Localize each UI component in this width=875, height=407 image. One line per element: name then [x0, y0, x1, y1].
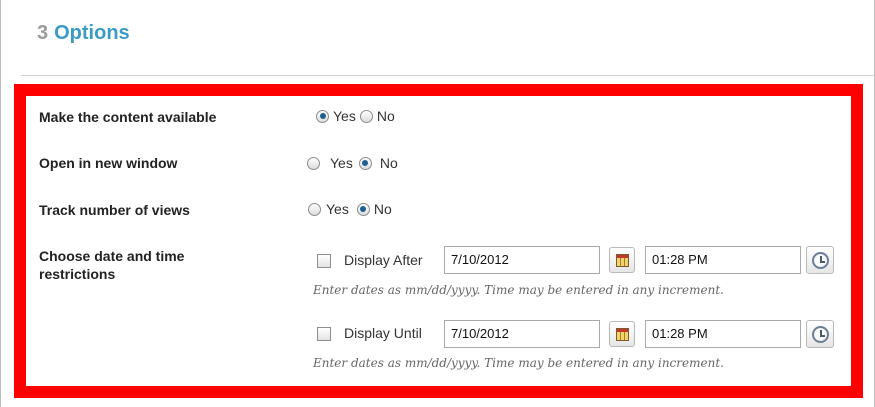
display-until-clock-button[interactable]: [806, 320, 834, 348]
new-window-yes-label[interactable]: Yes: [330, 155, 353, 171]
available-no-radio[interactable]: [359, 109, 373, 123]
track-views-label: Track number of views: [39, 202, 190, 218]
track-views-yes-radio[interactable]: [308, 202, 321, 216]
calendar-icon: [616, 328, 629, 341]
new-window-no-radio[interactable]: [358, 156, 372, 170]
section-number: 3: [37, 22, 49, 44]
restrictions-label-line1: Choose date and time: [39, 248, 185, 264]
display-after-calendar-button[interactable]: [609, 247, 635, 273]
restrictions-label: Choose date and time restrictions: [39, 247, 184, 283]
clock-icon: [812, 252, 829, 269]
display-after-clock-button[interactable]: [806, 246, 834, 274]
available-no-label[interactable]: No: [377, 108, 395, 124]
header-divider: [21, 75, 874, 76]
display-until-calendar-button[interactable]: [609, 321, 635, 347]
display-after-label[interactable]: Display After: [344, 252, 423, 268]
section-title: Options: [54, 22, 130, 44]
restrictions-label-line2: restrictions: [39, 266, 116, 282]
display-after-checkbox[interactable]: [317, 254, 331, 268]
display-until-date-input[interactable]: 7/10/2012: [444, 320, 600, 348]
track-views-no-radio[interactable]: [356, 202, 370, 216]
new-window-radio-group: Yes No: [307, 155, 402, 171]
new-window-no-label[interactable]: No: [380, 155, 398, 171]
track-views-no-label[interactable]: No: [374, 201, 392, 217]
available-label: Make the content available: [39, 109, 217, 125]
display-until-label[interactable]: Display Until: [344, 325, 422, 341]
display-after-date-input[interactable]: 7/10/2012: [444, 246, 600, 274]
display-after-time-input[interactable]: 01:28 PM: [645, 246, 801, 274]
available-yes-radio[interactable]: [316, 109, 329, 123]
calendar-icon: [616, 254, 629, 267]
display-until-hint: Enter dates as mm/dd/yyyy. Time may be e…: [313, 356, 724, 370]
options-panel: 3 Options Make the content available Yes …: [0, 0, 875, 407]
display-until-checkbox[interactable]: [317, 327, 331, 341]
highlight-box: [14, 84, 863, 398]
new-window-label: Open in new window: [39, 155, 178, 171]
available-radio-group: Yes No: [316, 108, 399, 124]
new-window-yes-radio[interactable]: [307, 156, 320, 170]
display-until-time-input[interactable]: 01:28 PM: [645, 320, 801, 348]
available-yes-label[interactable]: Yes: [333, 108, 356, 124]
track-views-yes-label[interactable]: Yes: [326, 201, 349, 217]
display-after-hint: Enter dates as mm/dd/yyyy. Time may be e…: [313, 283, 724, 297]
section-header: 3 Options: [37, 22, 130, 45]
clock-icon: [812, 326, 829, 343]
track-views-radio-group: Yes No: [308, 201, 396, 217]
